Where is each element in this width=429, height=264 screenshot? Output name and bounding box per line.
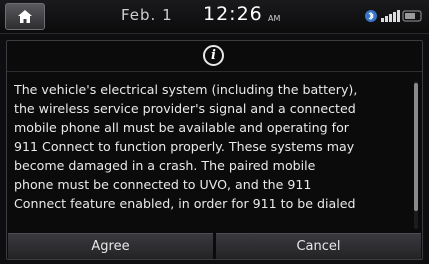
- screen: Feb. 1 12:26 AM i The vehicle's electric…: [0, 0, 429, 264]
- info-icon: i: [203, 45, 224, 66]
- dialog-message: The vehicle's electrical system (includi…: [14, 82, 358, 211]
- agree-button[interactable]: Agree: [8, 233, 213, 259]
- cancel-button[interactable]: Cancel: [216, 233, 421, 259]
- status-ampm: AM: [268, 14, 281, 23]
- status-icons: [365, 10, 422, 22]
- scroll-thumb[interactable]: [414, 83, 418, 211]
- home-button[interactable]: [5, 3, 45, 30]
- dialog-header: i: [7, 41, 422, 72]
- status-time: 12:26: [203, 3, 263, 25]
- signal-icon: [381, 10, 422, 22]
- home-icon: [18, 10, 32, 23]
- status-date: Feb. 1: [121, 6, 173, 24]
- scrollbar[interactable]: [414, 81, 418, 229]
- info-dialog: i The vehicle's electrical system (inclu…: [6, 40, 423, 260]
- bluetooth-icon: [365, 10, 377, 22]
- status-bar: Feb. 1 12:26 AM: [0, 0, 429, 34]
